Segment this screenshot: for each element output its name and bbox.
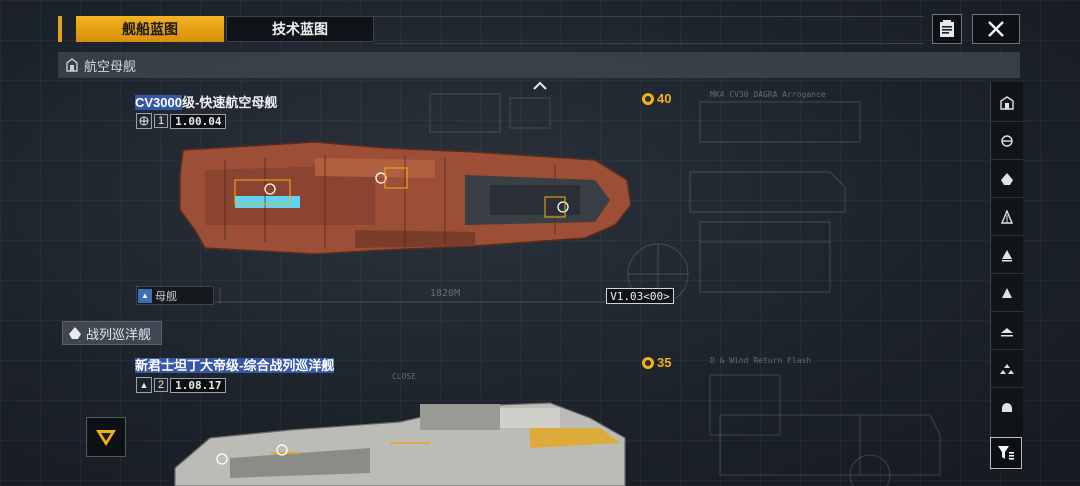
corvette-icon [1002, 287, 1012, 298]
cruiser-icon [1001, 134, 1013, 147]
destroyer-icon [1000, 209, 1014, 224]
ship-1-type-label: 母舰 [155, 290, 177, 303]
ship-2-cost: 35 [642, 355, 671, 370]
sidebar-item-cruiser[interactable] [991, 122, 1023, 160]
ship-2-tier: 2 [154, 378, 169, 392]
sidebar-item-corvette[interactable] [991, 274, 1023, 312]
close-button[interactable] [972, 14, 1020, 44]
ship-1-cost: 40 [642, 91, 671, 106]
notes-button[interactable] [932, 14, 962, 44]
ship-1-version: V1.03<00> [606, 288, 674, 304]
sidebar-item-station[interactable] [991, 388, 1023, 426]
category-header-label: 航空母舰 [84, 58, 137, 74]
filter-icon [998, 446, 1014, 460]
blueprint-label-lower-right: D & Wind Return Flash [710, 356, 812, 365]
chevron-up-icon [533, 81, 547, 90]
fleet-icon [1000, 363, 1014, 374]
ship-1-type-tag: ▲ 母舰 [136, 286, 214, 305]
aircraft-icon [1001, 327, 1013, 336]
sidebar-item-carrier[interactable] [991, 84, 1023, 122]
fleet-button[interactable] [86, 417, 126, 457]
tab-tech-blueprint[interactable]: 技术蓝图 [226, 16, 374, 42]
globe-icon [136, 113, 152, 129]
ship-1-tier: 1 [154, 114, 169, 128]
ship-1-length-label: 1820M [430, 288, 461, 299]
ship-1-hull-image[interactable] [175, 130, 635, 265]
fleet-type-icon: ▲ [138, 288, 152, 303]
ship-1-cost-value: 40 [657, 91, 672, 106]
top-tab-bar: 舰船蓝图 技术蓝图 [58, 14, 1020, 44]
battlecruiser-icon [1001, 172, 1013, 185]
ship-2-cost-value: 35 [657, 355, 672, 370]
frigate-icon [1002, 249, 1012, 261]
ship-2-code: 1.08.17 [170, 377, 227, 393]
collapse-button[interactable] [531, 79, 549, 93]
battlecruiser-icon [69, 327, 81, 339]
carrier-icon [1000, 95, 1014, 110]
close-icon [988, 21, 1004, 37]
ship-1-name-suffix: 级-快速航空母舰 [181, 95, 278, 110]
ship-2-name: 新君士坦丁大帝级-综合战列巡洋舰 [135, 358, 335, 373]
carrier-icon [66, 58, 78, 72]
ship-type-filter-sidebar [990, 82, 1023, 470]
ship-1-title[interactable]: CV3000级-快速航空母舰 [135, 92, 277, 111]
ship-1-id: 1 1.00.04 [136, 113, 227, 129]
coin-icon [642, 92, 654, 105]
coin-icon [642, 356, 654, 369]
section-2-label: 战列巡洋舰 [86, 326, 152, 342]
tab-ship-blueprint[interactable]: 舰船蓝图 [76, 16, 224, 42]
chevron-emblem-icon [96, 430, 116, 446]
cruiser-icon: ▲ [136, 377, 152, 393]
blueprint-label-close: CLOSE [392, 372, 417, 381]
ship-2-id: ▲ 2 1.08.17 [136, 377, 227, 393]
sidebar-item-frigate[interactable] [991, 236, 1023, 274]
ship-2-hull-image[interactable] [170, 398, 630, 486]
category-header-battlecruiser: 战列巡洋舰 [62, 321, 162, 345]
ship-2-title[interactable]: 新君士坦丁大帝级-综合战列巡洋舰 [135, 355, 335, 374]
category-header-carrier: 航空母舰 [58, 52, 1020, 78]
blueprint-schematic-lower [709, 374, 941, 486]
sidebar-item-aircraft[interactable] [991, 312, 1023, 350]
sidebar-item-destroyer[interactable] [991, 198, 1023, 236]
sidebar-item-battlecruiser[interactable] [991, 160, 1023, 198]
blueprint-label-upper-right: MK4 CV30 DAGRA Arrogance [710, 90, 826, 99]
tab-accent-mark [58, 16, 62, 42]
top-bar-frame [374, 16, 924, 44]
filter-button[interactable] [990, 437, 1022, 469]
ship-1-code: 1.00.04 [170, 113, 227, 129]
dome-icon [1002, 403, 1012, 412]
sidebar-item-fleet[interactable] [991, 350, 1023, 388]
ship-1-name-prefix: CV3000 [135, 95, 182, 110]
document-icon [940, 20, 954, 37]
